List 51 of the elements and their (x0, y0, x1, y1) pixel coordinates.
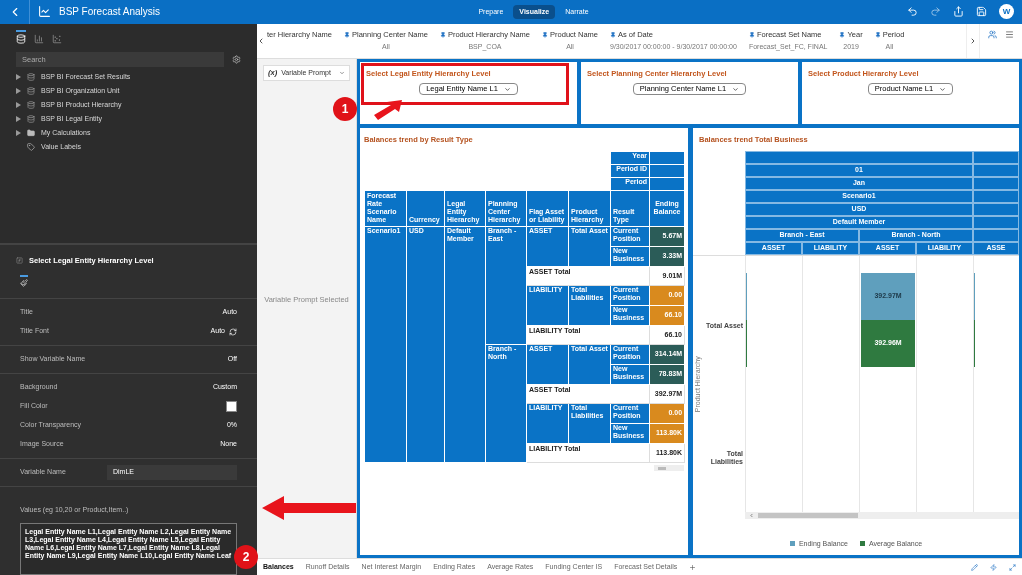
settings-icon[interactable] (232, 54, 241, 64)
format-tab[interactable] (20, 275, 28, 287)
database-icon (27, 73, 35, 82)
chevron-left-icon (257, 36, 265, 45)
redo-icon[interactable] (930, 6, 941, 18)
menu-icon[interactable] (1005, 29, 1014, 39)
pin-icon (439, 31, 446, 38)
table-cell (649, 151, 685, 165)
header-cell (973, 164, 1019, 177)
pin-icon (874, 31, 881, 38)
pin-icon (344, 31, 351, 38)
user-avatar[interactable]: W (999, 4, 1014, 20)
pin-icon (839, 31, 846, 38)
header-cell (973, 203, 1019, 216)
database-icon (27, 87, 35, 96)
scrollbar-thumb[interactable] (758, 513, 858, 518)
caret-icon (939, 85, 947, 93)
database-icon (27, 101, 35, 110)
pin-icon (610, 31, 616, 38)
maximize-icon[interactable] (1009, 563, 1016, 571)
scrollbar[interactable] (654, 465, 684, 471)
users-icon[interactable] (988, 29, 997, 39)
prompt-icon (16, 256, 23, 264)
share-icon[interactable] (953, 6, 964, 18)
folder-icon (27, 129, 35, 138)
pin-icon (542, 31, 549, 38)
undo-icon[interactable] (907, 6, 918, 18)
caret-icon (503, 85, 511, 93)
color-swatch[interactable] (226, 401, 237, 412)
add-icon[interactable] (689, 563, 697, 571)
annotation-arrow (372, 100, 402, 120)
header-cell (973, 190, 1019, 203)
pin-icon (748, 31, 755, 38)
chevron-left-icon[interactable] (749, 513, 754, 518)
line-chart-icon (38, 5, 51, 19)
header-cell (973, 177, 1019, 190)
database-icon[interactable] (16, 29, 26, 46)
app-title: BSP Forecast Analysis (59, 5, 160, 20)
database-icon (27, 115, 35, 124)
scroll-right-button[interactable] (966, 23, 980, 58)
chevron-right-icon (969, 36, 977, 45)
brush-icon (20, 279, 28, 287)
pencil-icon[interactable] (971, 563, 978, 571)
caret-icon (339, 69, 345, 76)
header-cell (973, 216, 1019, 229)
tag-icon (27, 143, 35, 152)
save-icon[interactable] (976, 6, 987, 18)
header-cell (973, 229, 1019, 242)
refresh-icon[interactable] (229, 327, 237, 336)
caret-icon (732, 85, 740, 93)
lightning-icon[interactable] (990, 563, 997, 571)
